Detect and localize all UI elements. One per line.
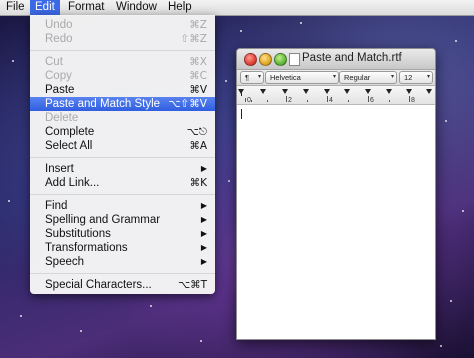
document-text-area[interactable] [237,105,435,339]
popup-arrows-icon: ▾ [257,74,261,80]
menu-item-paste[interactable]: Paste ⌘V [30,83,215,97]
submenu-arrow-icon: ▶ [200,215,207,224]
tab-stop[interactable] [344,89,350,94]
menu-separator [30,273,215,274]
menu-item-speech[interactable]: Speech ▶ [30,255,215,269]
popup-arrows-icon: ▾ [332,74,336,80]
first-line-indent-marker[interactable] [238,89,244,94]
zoom-button[interactable] [274,53,287,66]
ruler-number: 0 [247,97,251,104]
menu-item-redo[interactable]: Redo ⇧⌘Z [30,32,215,46]
tab-stop[interactable] [260,89,266,94]
menu-item-find[interactable]: Find ▶ [30,199,215,213]
menu-format[interactable]: Format [63,0,109,15]
tab-stop[interactable] [365,89,371,94]
menu-help[interactable]: Help [163,0,197,15]
font-size-popup[interactable]: 12 ▾ [399,71,433,84]
paragraph-style-popup[interactable]: ¶ ▾ [240,71,264,84]
menu-file[interactable]: File [1,0,30,15]
submenu-arrow-icon: ▶ [200,243,207,252]
menu-item-substitutions[interactable]: Substitutions ▶ [30,227,215,241]
menu-item-transformations[interactable]: Transformations ▶ [30,241,215,255]
ruler-number: 6 [370,97,374,104]
submenu-arrow-icon: ▶ [200,257,207,266]
tab-stop[interactable] [386,89,392,94]
tab-stop[interactable] [324,89,330,94]
menu-item-undo[interactable]: Undo ⌘Z [30,18,215,32]
menu-item-copy[interactable]: Copy ⌘C [30,69,215,83]
font-family-popup[interactable]: Helvetica ▾ [265,71,339,84]
tab-stop[interactable] [426,89,432,94]
window-title: Paste and Match.rtf [302,52,402,64]
edit-menu: Undo ⌘Z Redo ⇧⌘Z Cut ⌘X Copy ⌘C Paste ⌘V… [30,15,215,294]
menu-separator [30,157,215,158]
minimize-button[interactable] [259,53,272,66]
format-toolbar: ¶ ▾ Helvetica ▾ Regular ▾ 12 ▾ [237,70,435,86]
ruler-number: 4 [329,97,333,104]
title-bar[interactable]: Paste and Match.rtf [237,49,435,70]
submenu-arrow-icon: ▶ [200,229,207,238]
submenu-arrow-icon: ▶ [200,201,207,210]
document-icon [289,53,300,66]
submenu-arrow-icon: ▶ [200,164,207,173]
tab-stop[interactable] [282,89,288,94]
text-cursor [241,109,242,119]
ruler[interactable]: 2 4 6 8 0 [237,86,435,105]
menu-bar: File Edit Format Window Help [0,0,474,16]
popup-arrows-icon: ▾ [426,74,430,80]
menu-item-insert[interactable]: Insert ▶ [30,162,215,176]
menu-item-complete[interactable]: Complete ⌥⎋ [30,125,215,139]
typeface-popup[interactable]: Regular ▾ [339,71,397,84]
menu-item-spelling-and-grammar[interactable]: Spelling and Grammar ▶ [30,213,215,227]
menu-item-add-link[interactable]: Add Link... ⌘K [30,176,215,190]
popup-arrows-icon: ▾ [390,74,394,80]
menu-item-special-characters[interactable]: Special Characters... ⌥⌘T [30,278,215,292]
document-window: Paste and Match.rtf ¶ ▾ Helvetica ▾ Regu… [236,48,436,340]
menu-separator [30,50,215,51]
menu-item-delete[interactable]: Delete [30,111,215,125]
tab-stop[interactable] [303,89,309,94]
ruler-number: 8 [411,97,415,104]
ruler-number: 2 [288,97,292,104]
menu-item-select-all[interactable]: Select All ⌘A [30,139,215,153]
close-button[interactable] [244,53,257,66]
menu-item-paste-and-match-style[interactable]: Paste and Match Style ⌥⇧⌘V [30,97,215,111]
menu-window[interactable]: Window [111,0,162,15]
menu-edit[interactable]: Edit [30,0,60,15]
tab-stop[interactable] [406,89,412,94]
menu-item-cut[interactable]: Cut ⌘X [30,55,215,69]
menu-separator [30,194,215,195]
